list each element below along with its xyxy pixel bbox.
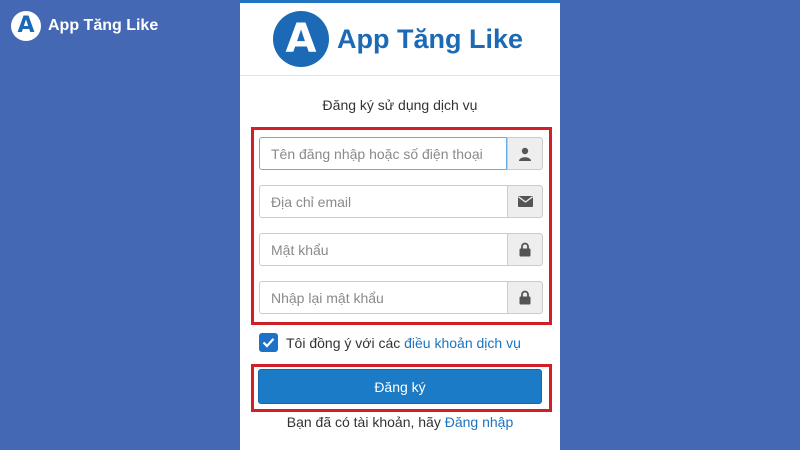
terms-label: Tôi đồng ý với các xyxy=(286,334,401,351)
terms-text: Tôi đồng ý với các điều khoản dịch vụ xyxy=(286,335,521,351)
checkmark-icon xyxy=(262,338,275,348)
watermark-logo-letter: A xyxy=(17,13,35,38)
terms-checkbox[interactable] xyxy=(259,333,278,352)
login-prompt: Bạn đã có tài khoản, hãy Đăng nhập xyxy=(240,414,560,430)
confirm-password-field-group xyxy=(259,281,543,314)
user-icon xyxy=(507,137,543,170)
email-input[interactable] xyxy=(259,185,507,218)
envelope-icon xyxy=(507,185,543,218)
terms-agreement: Tôi đồng ý với các điều khoản dịch vụ xyxy=(259,333,521,352)
login-link[interactable]: Đăng nhập xyxy=(445,414,514,430)
brand-name: App Tăng Like xyxy=(336,23,523,54)
lock-icon xyxy=(507,281,543,314)
watermark: A App Tăng Like xyxy=(11,11,158,41)
watermark-logo-icon: A xyxy=(11,11,41,41)
password-field-group xyxy=(259,233,543,266)
register-card: A App Tăng Like Đăng ký sử dụng dịch vụ xyxy=(240,0,560,450)
login-prompt-text: Bạn đã có tài khoản, hãy xyxy=(286,414,441,430)
register-button[interactable]: Đăng ký xyxy=(258,369,542,404)
brand-logo-icon: A xyxy=(272,11,329,67)
email-field-group xyxy=(259,185,543,218)
username-field-group xyxy=(259,137,543,170)
terms-link[interactable]: điều khoản dịch vụ xyxy=(404,335,521,351)
lock-icon xyxy=(507,233,543,266)
password-input[interactable] xyxy=(259,233,507,266)
brand-logo-letter: A xyxy=(285,16,317,62)
watermark-text: App Tăng Like xyxy=(48,17,159,34)
card-header: A App Tăng Like xyxy=(240,3,560,76)
form-title: Đăng ký sử dụng dịch vụ xyxy=(322,97,478,113)
username-input[interactable] xyxy=(259,137,507,170)
confirm-password-input[interactable] xyxy=(259,281,507,314)
